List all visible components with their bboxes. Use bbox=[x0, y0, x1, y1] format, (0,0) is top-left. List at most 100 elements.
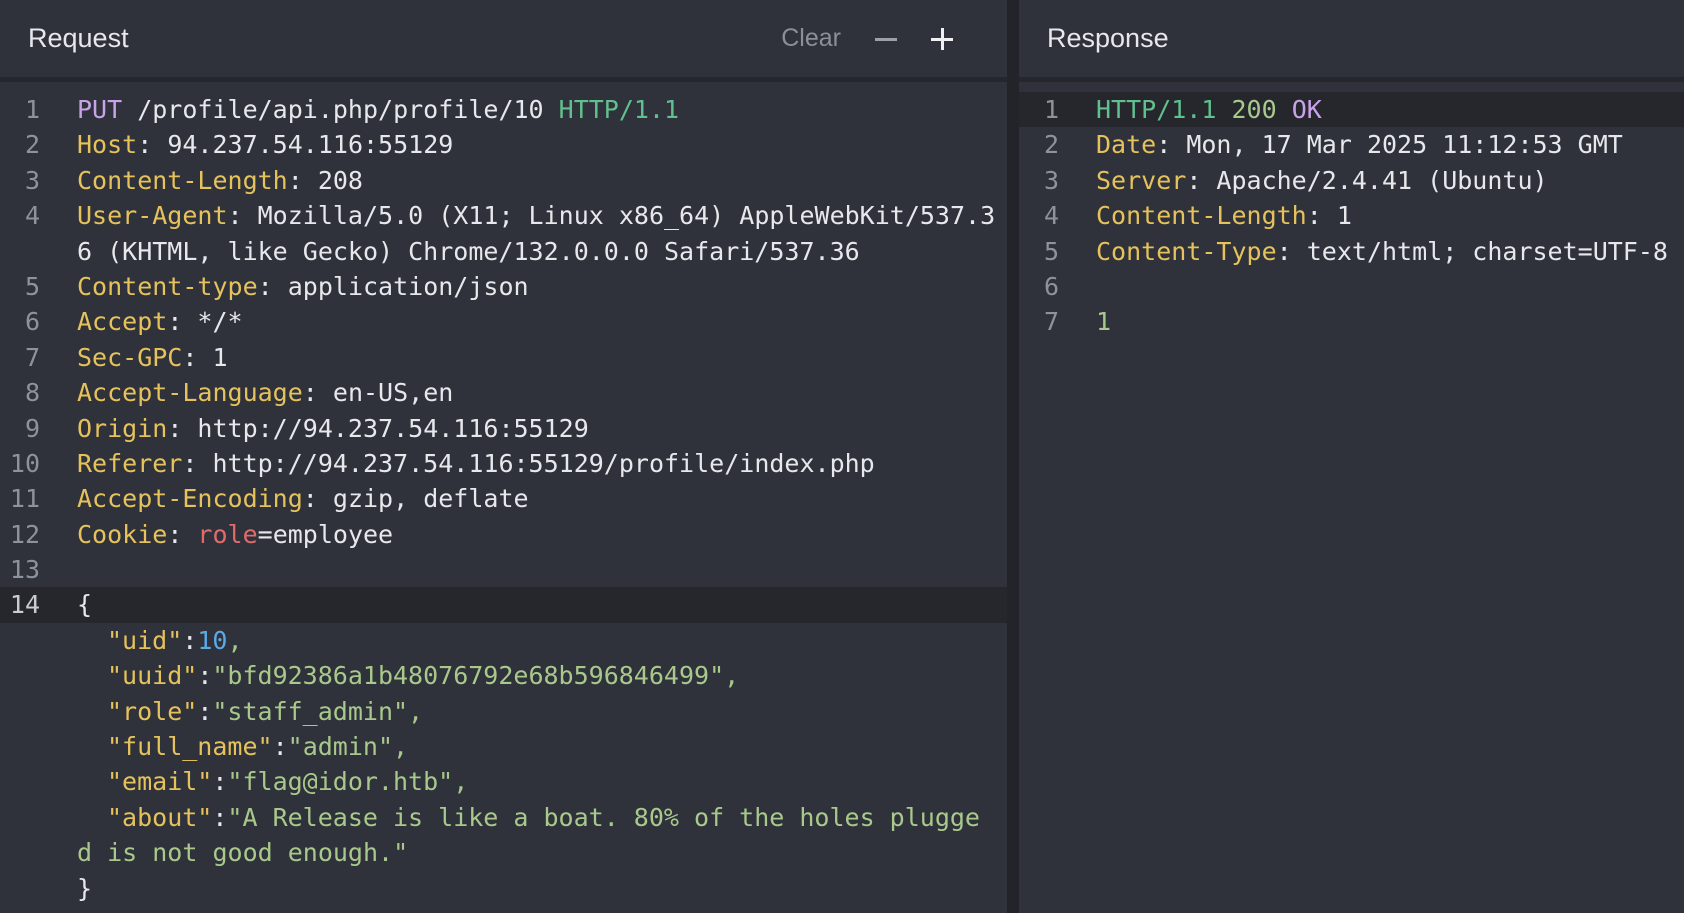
code-line: 9 Origin: http://94.237.54.116:55129 bbox=[0, 411, 1007, 446]
plus-icon[interactable] bbox=[931, 27, 955, 51]
line-number: 5 bbox=[24, 271, 40, 301]
code-line: 5 Content-type: application/json bbox=[0, 269, 1007, 304]
http-protocol: HTTP/1.1 bbox=[558, 95, 680, 124]
response-pane: Response 1 HTTP/1.1 200 OK 2 Date: Mon, … bbox=[1019, 0, 1684, 913]
json-key: "uuid" bbox=[107, 661, 198, 691]
line-number: 4 bbox=[1043, 201, 1059, 231]
line-number: 7 bbox=[1043, 307, 1059, 337]
code-line: 7 1 bbox=[1019, 304, 1684, 339]
header-line: Content-Type: text/html; charset=UTF-8 bbox=[1096, 236, 1668, 266]
request-title: Request bbox=[28, 23, 129, 53]
json-key: "role" bbox=[107, 696, 198, 726]
header-line: Origin: http://94.237.54.116:55129 bbox=[77, 413, 589, 443]
code-line: 4 Content-Length: 1 bbox=[1019, 198, 1684, 233]
code-line-wrap: 6 (KHTML, like Gecko) Chrome/132.0.0.0 S… bbox=[0, 234, 1007, 269]
json-key: "full_name" bbox=[107, 732, 273, 762]
response-editor[interactable]: 1 HTTP/1.1 200 OK 2 Date: Mon, 17 Mar 20… bbox=[1019, 82, 1684, 340]
code-line-current: 1 HTTP/1.1 200 OK bbox=[1019, 92, 1684, 128]
code-line: 5 Content-Type: text/html; charset=UTF-8 bbox=[1019, 234, 1684, 269]
pane-divider[interactable] bbox=[1007, 0, 1019, 913]
line-number: 2 bbox=[1043, 130, 1059, 160]
response-header: Response bbox=[1019, 0, 1684, 82]
json-line: "email":"flag@idor.htb", bbox=[107, 767, 469, 797]
header-name: Server bbox=[1096, 165, 1187, 195]
line-number: 12 bbox=[9, 519, 40, 549]
code-line-current: 14 { bbox=[0, 587, 1007, 623]
line-number: 6 bbox=[1043, 271, 1059, 301]
json-string: "A Release is like a boat. 80% of the ho… bbox=[227, 802, 980, 832]
header-name: Origin bbox=[77, 413, 168, 443]
repeater-view: Request Clear 1 PUT /profile/api.php/pro… bbox=[0, 0, 1684, 913]
json-line: "uid":10, bbox=[107, 625, 243, 655]
json-line: "role":"staff_admin", bbox=[107, 696, 424, 726]
status-code: 200 bbox=[1231, 95, 1277, 124]
header-line: Content-Length: 1 bbox=[1096, 201, 1352, 231]
json-key: "uid" bbox=[107, 625, 183, 655]
header-value: application/json bbox=[287, 271, 529, 301]
header-name: Cookie bbox=[77, 519, 168, 549]
header-line: Referer: http://94.237.54.116:55129/prof… bbox=[77, 448, 875, 478]
header-line: Host: 94.237.54.116:55129 bbox=[77, 130, 454, 160]
header-value: 1 bbox=[1336, 201, 1352, 231]
header-name: Accept bbox=[77, 307, 168, 337]
header-value: Mon, 17 Mar 2025 11:12:53 GMT bbox=[1186, 130, 1623, 160]
status-text: OK bbox=[1291, 95, 1322, 124]
line-number: 1 bbox=[24, 95, 40, 124]
header-name: Accept-Language bbox=[77, 378, 303, 408]
header-name: Content-Length bbox=[1096, 201, 1307, 231]
request-editor[interactable]: 1 PUT /profile/api.php/profile/10 HTTP/1… bbox=[0, 82, 1007, 906]
header-value: */* bbox=[197, 307, 243, 337]
line-number: 11 bbox=[9, 484, 40, 514]
code-line: 1 PUT /profile/api.php/profile/10 HTTP/1… bbox=[0, 92, 1007, 127]
json-close-brace: } bbox=[77, 873, 93, 903]
line-number: 5 bbox=[1043, 236, 1059, 266]
line-number: 6 bbox=[24, 307, 40, 337]
header-value: http://94.237.54.116:55129/profile/index… bbox=[212, 448, 875, 478]
json-string: "staff_admin" bbox=[212, 696, 409, 726]
cookie-line: Cookie: role=employee bbox=[77, 519, 394, 549]
response-body: 1 bbox=[1096, 307, 1112, 337]
header-value: 208 bbox=[317, 165, 363, 195]
header-value: 1 bbox=[212, 342, 228, 372]
line-number: 3 bbox=[24, 165, 40, 195]
line-number: 8 bbox=[24, 378, 40, 408]
header-value-continued: 6 (KHTML, like Gecko) Chrome/132.0.0.0 S… bbox=[77, 236, 860, 266]
header-name: Content-Type bbox=[1096, 236, 1277, 266]
line-number: 3 bbox=[1043, 165, 1059, 195]
header-line: Accept-Language: en-US,en bbox=[77, 378, 454, 408]
header-name: Date bbox=[1096, 130, 1157, 160]
header-value: 94.237.54.116:55129 bbox=[167, 130, 454, 160]
request-pane: Request Clear 1 PUT /profile/api.php/pro… bbox=[0, 0, 1007, 913]
json-line: "about":"A Release is like a boat. 80% o… bbox=[107, 802, 980, 832]
code-line: 10 Referer: http://94.237.54.116:55129/p… bbox=[0, 446, 1007, 481]
http-method: PUT bbox=[77, 95, 123, 124]
minus-icon[interactable] bbox=[875, 27, 899, 51]
json-line-wrap: d is not good enough." bbox=[0, 835, 1007, 870]
code-line: 4 User-Agent: Mozilla/5.0 (X11; Linux x8… bbox=[0, 198, 1007, 233]
header-line: Date: Mon, 17 Mar 2025 11:12:53 GMT bbox=[1096, 130, 1623, 160]
clear-button[interactable]: Clear bbox=[781, 24, 841, 53]
header-value: Apache/2.4.41 (Ubuntu) bbox=[1216, 165, 1548, 195]
line-number: 10 bbox=[9, 448, 40, 478]
json-number: 10 bbox=[197, 625, 228, 655]
header-name: Content-Length bbox=[77, 165, 288, 195]
line-number bbox=[0, 234, 40, 269]
header-line: User-Agent: Mozilla/5.0 (X11; Linux x86_… bbox=[77, 201, 996, 231]
json-line: "uuid":"bfd92386a1b48076792e68b596846499… bbox=[107, 661, 740, 691]
json-string: "admin" bbox=[287, 732, 393, 762]
code-line: 12 Cookie: role=employee bbox=[0, 517, 1007, 552]
request-line: PUT /profile/api.php/profile/10 HTTP/1.1 bbox=[77, 92, 679, 127]
json-key: "email" bbox=[107, 767, 213, 797]
code-line: 8 Accept-Language: en-US,en bbox=[0, 375, 1007, 410]
code-line: 2 Date: Mon, 17 Mar 2025 11:12:53 GMT bbox=[1019, 127, 1684, 162]
header-name: Content-type bbox=[77, 271, 258, 301]
line-number: 4 bbox=[24, 201, 40, 231]
header-value: en-US,en bbox=[332, 378, 454, 408]
line-number: 1 bbox=[1043, 95, 1059, 124]
code-line-empty: 13 bbox=[0, 552, 1007, 587]
line-number: 14 bbox=[9, 590, 40, 620]
header-name: Accept-Encoding bbox=[77, 484, 303, 514]
header-line: Content-type: application/json bbox=[77, 271, 529, 301]
json-key: "about" bbox=[107, 802, 213, 832]
line-number: 9 bbox=[24, 413, 40, 443]
